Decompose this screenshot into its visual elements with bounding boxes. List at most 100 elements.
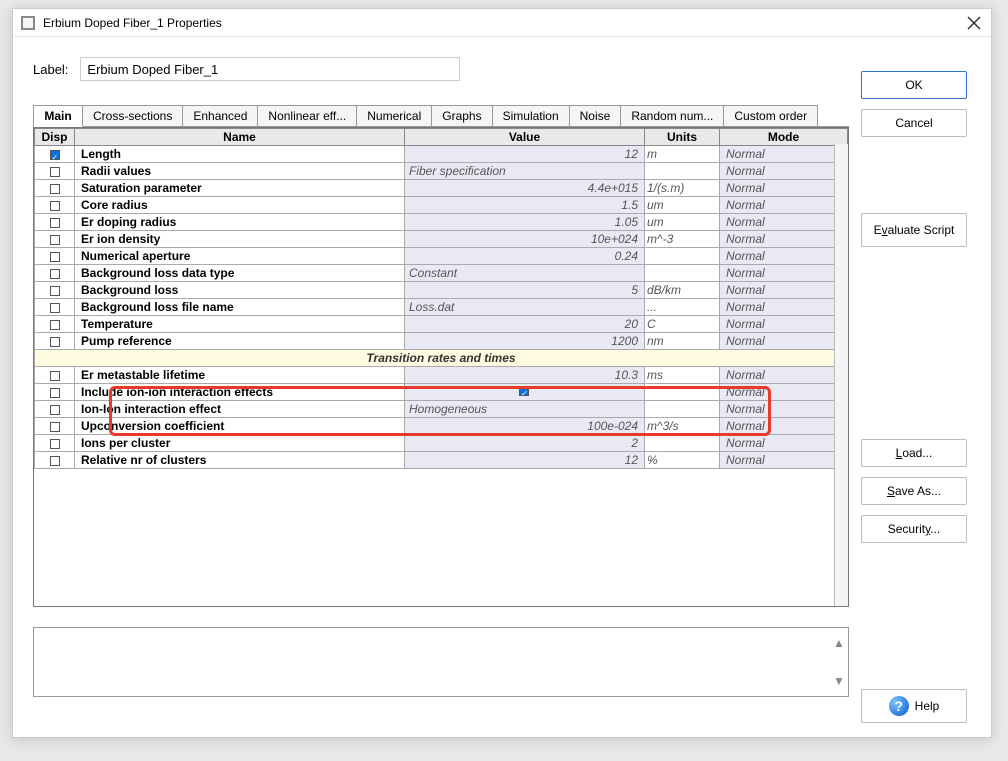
table-row[interactable]: Saturation parameter4.4e+0151/(s.m)Norma… bbox=[35, 180, 848, 197]
lower-scroll[interactable]: ▲ ▼ bbox=[832, 634, 846, 690]
prop-value[interactable]: Homogeneous bbox=[405, 401, 645, 418]
prop-mode[interactable]: Normal bbox=[720, 265, 848, 282]
prop-value[interactable]: 0.24 bbox=[405, 248, 645, 265]
table-row[interactable]: Temperature20CNormal bbox=[35, 316, 848, 333]
security-button[interactable]: Security... bbox=[861, 515, 967, 543]
disp-checkbox[interactable] bbox=[35, 231, 75, 248]
prop-mode[interactable]: Normal bbox=[720, 316, 848, 333]
prop-value[interactable]: 1.5 bbox=[405, 197, 645, 214]
prop-value[interactable]: 100e-024 bbox=[405, 418, 645, 435]
tab-main[interactable]: Main bbox=[33, 105, 83, 127]
prop-mode[interactable]: Normal bbox=[720, 333, 848, 350]
table-row[interactable]: Core radius1.5umNormal bbox=[35, 197, 848, 214]
prop-mode[interactable]: Normal bbox=[720, 163, 848, 180]
table-row[interactable]: Numerical aperture0.24Normal bbox=[35, 248, 848, 265]
disp-checkbox[interactable] bbox=[35, 418, 75, 435]
table-row[interactable]: Upconversion coefficient100e-024m^3/sNor… bbox=[35, 418, 848, 435]
prop-mode[interactable]: Normal bbox=[720, 452, 848, 469]
prop-mode[interactable]: Normal bbox=[720, 214, 848, 231]
prop-mode[interactable]: Normal bbox=[720, 401, 848, 418]
table-scrollbar[interactable] bbox=[834, 144, 848, 606]
prop-mode[interactable]: Normal bbox=[720, 367, 848, 384]
col-header-mode[interactable]: Mode bbox=[720, 129, 848, 146]
prop-value[interactable]: 4.4e+015 bbox=[405, 180, 645, 197]
prop-value[interactable]: 12 bbox=[405, 146, 645, 163]
prop-value[interactable]: 12 bbox=[405, 452, 645, 469]
prop-value[interactable]: 1200 bbox=[405, 333, 645, 350]
disp-checkbox[interactable] bbox=[35, 282, 75, 299]
prop-value[interactable] bbox=[405, 384, 645, 401]
prop-mode[interactable]: Normal bbox=[720, 180, 848, 197]
prop-mode[interactable]: Normal bbox=[720, 384, 848, 401]
load-button[interactable]: Load... bbox=[861, 439, 967, 467]
disp-checkbox[interactable] bbox=[35, 333, 75, 350]
disp-checkbox[interactable] bbox=[35, 299, 75, 316]
prop-value[interactable]: 10.3 bbox=[405, 367, 645, 384]
disp-checkbox[interactable] bbox=[35, 384, 75, 401]
tab-noise[interactable]: Noise bbox=[569, 105, 622, 126]
table-row[interactable]: Ions per cluster2Normal bbox=[35, 435, 848, 452]
prop-mode[interactable]: Normal bbox=[720, 248, 848, 265]
prop-value[interactable]: 5 bbox=[405, 282, 645, 299]
tab-random-num[interactable]: Random num... bbox=[620, 105, 724, 126]
prop-value[interactable]: Constant bbox=[405, 265, 645, 282]
disp-checkbox[interactable] bbox=[35, 248, 75, 265]
cancel-button[interactable]: Cancel bbox=[861, 109, 967, 137]
col-header-name[interactable]: Name bbox=[75, 129, 405, 146]
table-row[interactable]: Background loss data typeConstantNormal bbox=[35, 265, 848, 282]
col-header-disp[interactable]: Disp bbox=[35, 129, 75, 146]
prop-mode[interactable]: Normal bbox=[720, 435, 848, 452]
disp-checkbox[interactable] bbox=[35, 214, 75, 231]
disp-checkbox[interactable] bbox=[35, 367, 75, 384]
tab-nonlinear-eff[interactable]: Nonlinear eff... bbox=[257, 105, 357, 126]
prop-mode[interactable]: Normal bbox=[720, 282, 848, 299]
disp-checkbox[interactable] bbox=[35, 180, 75, 197]
prop-value[interactable]: 10e+024 bbox=[405, 231, 645, 248]
table-row[interactable]: Er ion density10e+024m^-3Normal bbox=[35, 231, 848, 248]
ok-button[interactable]: OK bbox=[861, 71, 967, 99]
prop-value[interactable]: 2 bbox=[405, 435, 645, 452]
table-row[interactable]: Ion-Ion interaction effectHomogeneousNor… bbox=[35, 401, 848, 418]
col-header-value[interactable]: Value bbox=[405, 129, 645, 146]
prop-value[interactable]: Loss.dat bbox=[405, 299, 645, 316]
help-button[interactable]: ? Help bbox=[861, 689, 967, 723]
table-row[interactable]: Er metastable lifetime10.3msNormal bbox=[35, 367, 848, 384]
prop-mode[interactable]: Normal bbox=[720, 197, 848, 214]
table-row[interactable]: Background loss5dB/kmNormal bbox=[35, 282, 848, 299]
table-row[interactable]: Er doping radius1.05umNormal bbox=[35, 214, 848, 231]
tab-graphs[interactable]: Graphs bbox=[431, 105, 492, 126]
table-row[interactable]: Include ion-ion interaction effectsNorma… bbox=[35, 384, 848, 401]
table-row[interactable]: Length12mNormal bbox=[35, 146, 848, 163]
disp-checkbox[interactable] bbox=[35, 401, 75, 418]
prop-mode[interactable]: Normal bbox=[720, 146, 848, 163]
prop-mode[interactable]: Normal bbox=[720, 299, 848, 316]
tab-custom-order[interactable]: Custom order bbox=[723, 105, 818, 126]
disp-checkbox[interactable] bbox=[35, 197, 75, 214]
table-row[interactable]: Background loss file nameLoss.dat...Norm… bbox=[35, 299, 848, 316]
prop-value[interactable]: Fiber specification bbox=[405, 163, 645, 180]
disp-checkbox[interactable] bbox=[35, 146, 75, 163]
table-row[interactable]: Radii valuesFiber specificationNormal bbox=[35, 163, 848, 180]
save-as-button[interactable]: Save As... bbox=[861, 477, 967, 505]
col-header-units[interactable]: Units bbox=[645, 129, 720, 146]
lower-text-area[interactable]: ▲ ▼ bbox=[33, 627, 849, 697]
prop-value[interactable]: 20 bbox=[405, 316, 645, 333]
prop-value[interactable]: 1.05 bbox=[405, 214, 645, 231]
evaluate-script-button[interactable]: Evaluate Script bbox=[861, 213, 967, 247]
table-row[interactable]: Pump reference1200nmNormal bbox=[35, 333, 848, 350]
tab-cross-sections[interactable]: Cross-sections bbox=[82, 105, 183, 126]
disp-checkbox[interactable] bbox=[35, 435, 75, 452]
close-icon[interactable] bbox=[965, 14, 983, 32]
checkbox-icon[interactable] bbox=[519, 386, 529, 396]
label-input[interactable] bbox=[80, 57, 460, 81]
table-row[interactable]: Relative nr of clusters12%Normal bbox=[35, 452, 848, 469]
tab-numerical[interactable]: Numerical bbox=[356, 105, 432, 126]
tab-enhanced[interactable]: Enhanced bbox=[182, 105, 258, 126]
disp-checkbox[interactable] bbox=[35, 316, 75, 333]
disp-checkbox[interactable] bbox=[35, 452, 75, 469]
prop-mode[interactable]: Normal bbox=[720, 231, 848, 248]
tab-simulation[interactable]: Simulation bbox=[492, 105, 570, 126]
disp-checkbox[interactable] bbox=[35, 163, 75, 180]
disp-checkbox[interactable] bbox=[35, 265, 75, 282]
prop-mode[interactable]: Normal bbox=[720, 418, 848, 435]
